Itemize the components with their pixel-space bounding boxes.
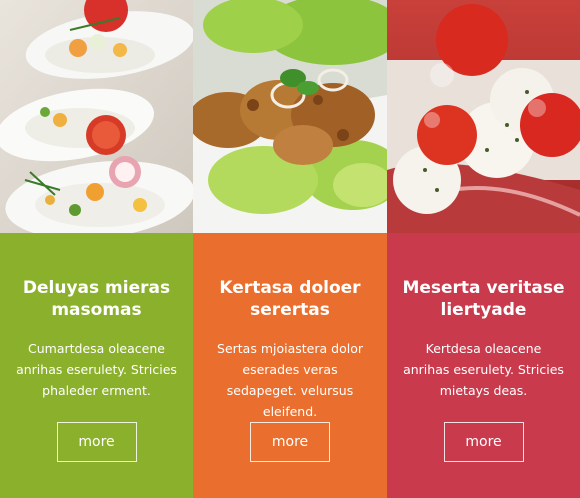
card-3-more-button[interactable]: more [443,422,524,462]
card-1-text: Cumartdesa oleacene anrihas eserulety. S… [16,341,177,398]
card-1-photo [0,0,193,233]
card-3-text: Kertdesa oleacene anrihas eserulety. Str… [403,341,564,398]
feature-cards: Deluyas mieras masomas Cumartdesa oleace… [0,0,580,498]
salad-spoons-photo [0,0,193,233]
grilled-chicken-salad-photo [193,0,387,233]
card-2: Kertasa doloer serertas Sertas mjoiaster… [193,0,387,498]
card-2-photo [193,0,387,233]
card-2-text: Sertas mjoiastera dolor eserades veras s… [217,341,363,419]
card-2-title: Kertasa doloer serertas [219,278,361,320]
card-3-photo [387,0,580,233]
caprese-skewer-photo [387,0,580,233]
card-2-more-button[interactable]: more [250,422,330,462]
card-3-title: Meserta veritase liertyade [402,278,565,320]
card-1-title: Deluyas mieras masomas [22,278,171,320]
card-3: Meserta veritase liertyade Kertdesa olea… [387,0,580,498]
card-1-more-button[interactable]: more [56,422,137,462]
card-1: Deluyas mieras masomas Cumartdesa oleace… [0,0,193,498]
